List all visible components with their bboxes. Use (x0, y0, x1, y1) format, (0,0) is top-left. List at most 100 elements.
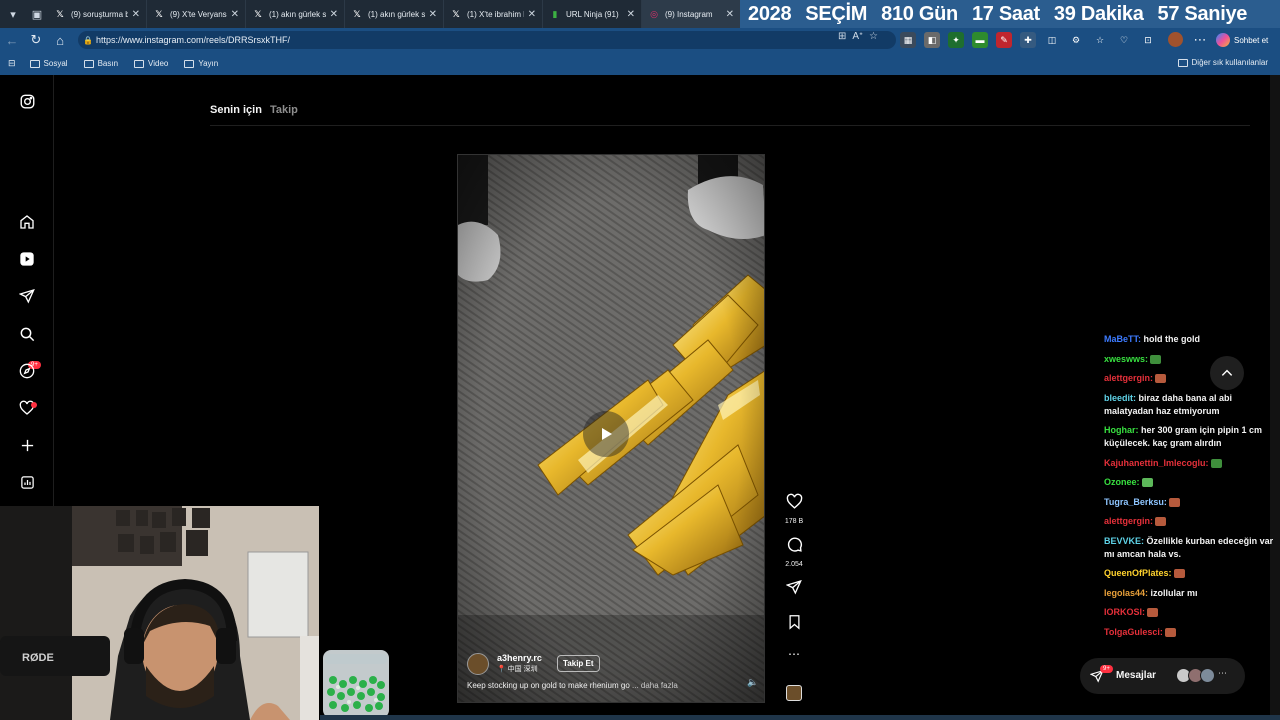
copilot-chat-button[interactable]: Sohbet et (1214, 31, 1276, 49)
tab-for-you[interactable]: Senin için (210, 104, 262, 116)
copilot-chat-label: Sohbet et (1234, 35, 1269, 45)
more-menu-icon[interactable]: ⋯ (1188, 28, 1212, 52)
profile-avatar[interactable] (1168, 32, 1183, 47)
browser-tab[interactable]: 𝕏 (9) X'te Veryansın ✕ (147, 0, 246, 28)
chat-username[interactable]: Hoghar: (1104, 425, 1139, 435)
bookmark-folder-yayin[interactable]: Yayın (184, 59, 218, 68)
chat-username[interactable]: MaBeTT: (1104, 334, 1141, 344)
save-bookmark-icon[interactable] (784, 614, 804, 635)
close-tab-icon[interactable]: ✕ (726, 9, 734, 20)
read-aloud-icon[interactable]: Aᐩ (852, 31, 863, 42)
mute-toggle-icon[interactable]: 🔈 (747, 677, 758, 688)
tab-title: (9) X'te Veryansın (170, 9, 227, 19)
close-tab-icon[interactable]: ✕ (132, 9, 140, 20)
browser-tab[interactable]: 𝕏 (1) X'te ibrahim k ✕ (444, 0, 543, 28)
chat-message: legolas44: izollular mı (1104, 587, 1274, 600)
follow-button[interactable]: Takip Et (557, 655, 600, 672)
extension-3-icon[interactable]: ✦ (948, 32, 964, 48)
app-install-icon[interactable]: ⊞ (838, 31, 846, 42)
favorites-icon[interactable]: ☆ (1092, 32, 1108, 48)
reel-location[interactable]: 📍 中国 深圳 (497, 664, 538, 674)
browser-essentials-icon[interactable]: ♡ (1116, 32, 1132, 48)
messages-badge: 9+ (1100, 665, 1113, 673)
close-tab-icon[interactable]: ✕ (330, 9, 338, 20)
split-screen-icon[interactable]: ◫ (1044, 32, 1060, 48)
chat-message: xweswws: (1104, 353, 1274, 366)
close-tab-icon[interactable]: ✕ (528, 9, 536, 20)
browser-tab[interactable]: ◎ (9) Instagram ✕ (642, 0, 741, 28)
chat-emote-icon (1173, 569, 1185, 579)
divider (210, 125, 1250, 126)
extension-2-icon[interactable]: ◧ (924, 32, 940, 48)
chat-username[interactable]: TolgaGulesci: (1104, 627, 1163, 637)
extension-5-icon[interactable]: ✎ (996, 32, 1012, 48)
jar-of-green-candies-image (321, 650, 391, 718)
other-favorites[interactable]: Diğer sık kullanılanlar (1177, 58, 1268, 67)
browser-tab[interactable]: ▮ URL Ninja (91) ✕ (543, 0, 642, 28)
extensions-icon[interactable]: ⚙ (1068, 32, 1084, 48)
comment-bubble-icon[interactable] (786, 537, 803, 557)
reel-username[interactable]: a3henry.rc (497, 653, 542, 663)
browser-tab[interactable]: 𝕏 (1) akın gürlek so ✕ (345, 0, 444, 28)
bookmark-folder-sosyal[interactable]: Sosyal (29, 59, 68, 68)
extension-1-icon[interactable]: ▦ (900, 32, 916, 48)
chat-text: hold the gold (1143, 334, 1201, 344)
reels-icon[interactable] (17, 249, 37, 269)
chat-username[interactable]: bleedit: (1104, 393, 1136, 403)
like-heart-icon[interactable] (786, 493, 803, 514)
back-icon[interactable]: ← (0, 28, 24, 52)
chat-message: alettgergin: (1104, 372, 1274, 385)
chat-username[interactable]: xweswws: (1104, 354, 1148, 364)
browser-tab[interactable]: 𝕏 (1) akın gürlek so ✕ (246, 0, 345, 28)
create-plus-icon[interactable] (17, 435, 37, 455)
messages-bar[interactable]: 9+ Mesajlar ⋯ (1080, 658, 1245, 694)
chat-emote-icon (1210, 458, 1222, 468)
collections-icon[interactable]: ⊡ (1140, 32, 1156, 48)
workspaces-icon[interactable]: ▣ (26, 0, 48, 28)
chat-username[interactable]: BEVVKE: (1104, 536, 1144, 546)
bookmark-label: Basın (97, 59, 119, 68)
chat-username[interactable]: QueenOfPlates: (1104, 568, 1172, 578)
chat-username[interactable]: alettgergin: (1104, 373, 1153, 383)
chat-username[interactable]: Ozonee: (1104, 477, 1140, 487)
chat-username[interactable]: Kajuhanettin_Imlecoglu: (1104, 458, 1209, 468)
tab-actions-menu-icon[interactable]: ▾ (0, 0, 26, 28)
browser-tab[interactable]: 𝕏 (9) soruşturma ba ✕ (48, 0, 147, 28)
x-icon: 𝕏 (56, 8, 64, 19)
address-bar[interactable]: 🔒 https://www.instagram.com/reels/DRRSrs… (78, 31, 896, 49)
tab-following[interactable]: Takip (270, 104, 298, 116)
sidebar-toggle-icon[interactable]: ⊟ (8, 58, 16, 69)
close-tab-icon[interactable]: ✕ (627, 9, 635, 20)
close-tab-icon[interactable]: ✕ (231, 9, 239, 20)
caption-more-link[interactable]: ... daha fazla (632, 681, 678, 690)
close-tab-icon[interactable]: ✕ (429, 9, 437, 20)
dashboard-icon[interactable] (17, 472, 37, 492)
chat-emote-icon (1155, 374, 1167, 384)
reel-video[interactable]: a3henry.rc 📍 中国 深圳 Takip Et Keep stockin… (457, 154, 765, 703)
share-icon[interactable] (784, 579, 804, 600)
chat-text: izollular mı (1150, 587, 1198, 598)
home-icon[interactable] (17, 212, 37, 232)
lock-icon[interactable]: 🔒 (83, 36, 93, 45)
home-icon[interactable]: ⌂ (48, 28, 72, 52)
chat-username[interactable]: alettgergin: (1104, 516, 1153, 526)
bookmark-folder-video[interactable]: Video (134, 59, 168, 68)
play-button-icon[interactable] (583, 411, 629, 457)
chat-username[interactable]: legolas44: (1104, 588, 1148, 598)
extension-4-icon[interactable]: ▬ (972, 32, 988, 48)
explore-icon[interactable] (17, 361, 37, 381)
reel-author-avatar[interactable] (467, 653, 489, 675)
more-options-icon[interactable]: ⋯ (784, 647, 804, 661)
notifications-heart-icon[interactable] (17, 398, 37, 418)
original-audio-thumbnail[interactable] (786, 685, 802, 701)
refresh-icon[interactable]: ↻ (24, 28, 48, 52)
direct-messages-icon[interactable] (17, 286, 37, 306)
favorite-star-icon[interactable]: ☆ (869, 31, 878, 42)
instagram-logo-icon[interactable] (17, 91, 37, 111)
extension-6-icon[interactable]: ✚ (1020, 32, 1036, 48)
chat-username[interactable]: IORKOSI: (1104, 607, 1145, 617)
search-icon[interactable] (17, 324, 37, 344)
bookmark-folder-basin[interactable]: Basın (83, 59, 119, 68)
chat-username[interactable]: Tugra_Berksu: (1104, 497, 1167, 507)
folder-icon (83, 59, 94, 68)
